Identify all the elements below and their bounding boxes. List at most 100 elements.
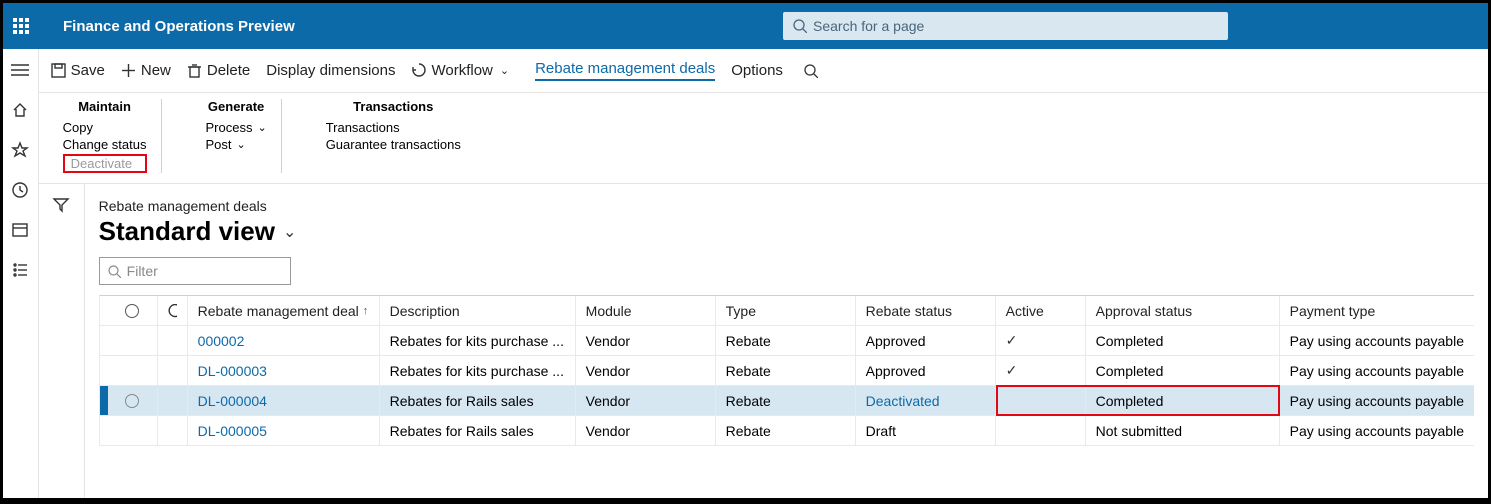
chevron-down-icon: ⌄ [257,121,266,134]
search-placeholder: Search for a page [813,18,924,34]
cell-type: Rebate [716,416,856,445]
table-row[interactable]: DL-000005 Rebates for Rails sales Vendor… [100,416,1474,446]
ribbon-group-transactions: Transactions Transactions Guarantee tran… [312,99,475,173]
group-title: Transactions [326,99,461,114]
cell-module: Vendor [576,326,716,355]
col-module[interactable]: Module [576,296,716,325]
copy-action[interactable]: Copy [63,120,147,135]
ribbon-group-maintain: Maintain Copy Change status Deactivate [49,99,162,173]
select-all[interactable] [108,296,158,325]
row-select[interactable] [108,416,158,445]
hamburger-icon[interactable] [9,59,31,81]
guarantee-action[interactable]: Guarantee transactions [326,137,461,152]
save-button[interactable]: Save [51,62,105,79]
table-row[interactable]: 000002 Rebates for kits purchase ... Ven… [100,326,1474,356]
cell-rebate-status: Approved [856,356,996,385]
display-dimensions-button[interactable]: Display dimensions [266,62,395,79]
process-action[interactable]: Process⌄ [206,120,267,135]
options-label: Options [731,62,783,79]
waffle-icon[interactable] [13,18,41,34]
funnel-icon [52,196,70,214]
cell-type: Rebate [716,356,856,385]
cell-active: ✓ [996,356,1086,385]
filter-input[interactable]: Filter [99,257,291,285]
col-rebate-status[interactable]: Rebate status [856,296,996,325]
cell-active [996,386,1086,415]
cell-active [996,416,1086,445]
cell-module: Vendor [576,386,716,415]
recent-icon[interactable] [9,179,31,201]
cell-rebate-status: Draft [856,416,996,445]
deal-link[interactable]: 000002 [198,333,245,349]
find-icon[interactable] [803,63,818,78]
refresh-icon [168,304,177,318]
options-button[interactable]: Options [731,62,783,79]
deactivate-action[interactable]: Deactivate [63,154,147,173]
col-label: Rebate management deal [198,303,359,319]
post-label: Post [206,137,232,152]
deal-link[interactable]: DL-000004 [198,393,267,409]
tab-rebate-deals[interactable]: Rebate management deals [535,60,715,81]
table-row[interactable]: DL-000003 Rebates for kits purchase ... … [100,356,1474,386]
transactions-action[interactable]: Transactions [326,120,461,135]
change-status-action[interactable]: Change status [63,137,147,152]
cell-module: Vendor [576,356,716,385]
sort-asc-icon: ↑ [363,305,369,317]
row-select[interactable] [108,356,158,385]
deal-link[interactable]: DL-000005 [198,423,267,439]
top-bar: Finance and Operations Preview Search fo… [3,3,1488,49]
delete-label: Delete [207,62,250,79]
cell-rebate-status: Approved [856,326,996,355]
cell-rebate-status: Deactivated [856,386,996,415]
workflow-label: Workflow [431,62,492,79]
cell-payment: Pay using accounts payable [1280,416,1474,445]
guarantee-label: Guarantee transactions [326,137,461,152]
table-row[interactable]: DL-000004 Rebates for Rails sales Vendor… [100,386,1474,416]
ribbon: Maintain Copy Change status Deactivate G… [39,93,1488,184]
col-deal[interactable]: Rebate management deal ↑ [188,296,380,325]
change-status-label: Change status [63,137,147,152]
star-icon[interactable] [9,139,31,161]
left-rail [3,49,39,498]
breadcrumb: Rebate management deals [99,198,1474,214]
app-title: Finance and Operations Preview [63,18,295,35]
search-input[interactable]: Search for a page [783,12,1228,40]
cell-payment: Pay using accounts payable [1280,356,1474,385]
row-select[interactable] [108,326,158,355]
workflow-button[interactable]: Workflow ⌄ [411,62,509,79]
modules-icon[interactable] [9,259,31,281]
cell-module: Vendor [576,416,716,445]
col-payment[interactable]: Payment type [1280,296,1474,325]
cell-approval: Completed [1086,356,1280,385]
save-label: Save [71,62,105,79]
ribbon-group-generate: Generate Process⌄ Post⌄ [192,99,282,173]
group-title: Maintain [63,99,147,114]
col-type[interactable]: Type [716,296,856,325]
refresh-button[interactable] [158,296,188,325]
cell-description: Rebates for Rails sales [380,416,576,445]
transactions-label: Transactions [326,120,400,135]
grid-header: Rebate management deal ↑ Description Modu… [100,296,1474,326]
cell-payment: Pay using accounts payable [1280,326,1474,355]
filter-pane-toggle[interactable] [39,184,85,498]
deactivate-label: Deactivate [71,156,132,171]
deal-link[interactable]: DL-000003 [198,363,267,379]
chevron-down-icon: ⌄ [500,64,509,77]
group-title: Generate [206,99,267,114]
home-icon[interactable] [9,99,31,121]
cell-description: Rebates for Rails sales [380,386,576,415]
workspace-icon[interactable] [9,219,31,241]
col-approval[interactable]: Approval status [1086,296,1280,325]
data-grid: Rebate management deal ↑ Description Modu… [99,295,1474,446]
cell-approval: Completed [1086,386,1280,415]
cell-payment: Pay using accounts payable [1280,386,1474,415]
new-button[interactable]: New [121,62,171,79]
cell-type: Rebate [716,326,856,355]
post-action[interactable]: Post⌄ [206,137,267,152]
cell-approval: Not submitted [1086,416,1280,445]
col-active[interactable]: Active [996,296,1086,325]
delete-button[interactable]: Delete [187,62,250,79]
col-description[interactable]: Description [380,296,576,325]
row-select[interactable] [108,386,158,415]
view-title[interactable]: Standard view ⌄ [99,216,1474,247]
